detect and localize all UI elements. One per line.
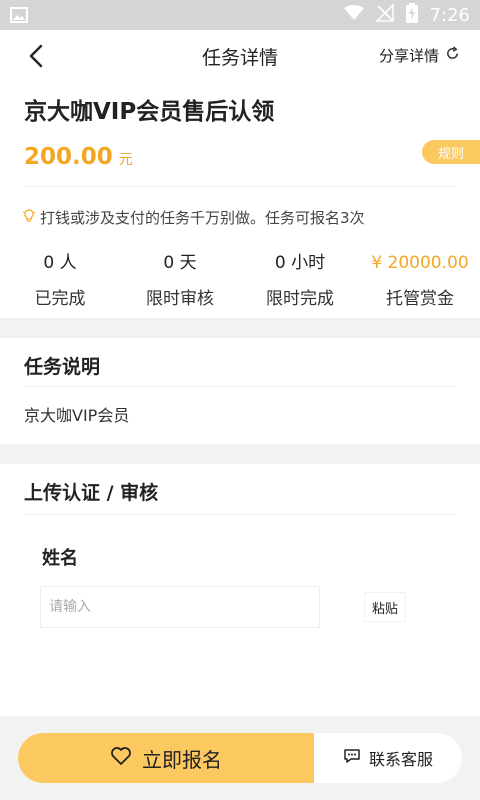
bottom-action-bar: 立即报名 联系客服 bbox=[0, 716, 480, 800]
bottom-button-group: 立即报名 联系客服 bbox=[18, 733, 462, 783]
section-title: 上传认证 / 审核 bbox=[24, 482, 159, 504]
status-bar: 7:26 bbox=[0, 0, 480, 30]
divider bbox=[24, 386, 456, 387]
heart-icon bbox=[110, 746, 132, 771]
stat-value: 0 人 bbox=[43, 253, 77, 273]
stat-completion-limit: 0 小时 限时完成 bbox=[240, 250, 360, 309]
stat-review-limit: 0 天 限时审核 bbox=[120, 250, 240, 309]
chat-icon bbox=[343, 747, 361, 769]
task-title: 京大咖VIP会员售后认领 bbox=[24, 99, 275, 125]
price-amount: 200.00 bbox=[24, 144, 113, 170]
signup-label: 立即报名 bbox=[142, 747, 222, 772]
stat-completed: 0 人 已完成 bbox=[0, 250, 120, 309]
price-unit: 元 bbox=[118, 152, 133, 168]
stat-value: ¥ 20000.00 bbox=[371, 253, 469, 273]
refresh-icon bbox=[445, 46, 460, 65]
divider bbox=[24, 186, 456, 187]
no-signal-icon bbox=[374, 3, 394, 26]
chevron-left-icon bbox=[29, 44, 43, 68]
tip-text: 打钱或涉及支付的任务千万别做。任务可报名3次 bbox=[40, 209, 365, 227]
name-input[interactable] bbox=[40, 586, 320, 628]
task-description-card: 任务说明 京大咖VIP会员 bbox=[0, 338, 480, 444]
task-summary-card: 京大咖VIP会员售后认领 200.00 元 规则 打钱或涉及支付的任务千万别做。… bbox=[0, 82, 480, 318]
description-text: 京大咖VIP会员 bbox=[24, 406, 130, 425]
stat-escrow-reward: ¥ 20000.00 托管赏金 bbox=[360, 250, 480, 309]
stat-label: 已完成 bbox=[34, 289, 86, 309]
signup-button[interactable]: 立即报名 bbox=[18, 733, 314, 783]
stat-label: 托管赏金 bbox=[386, 289, 454, 309]
status-time: 7:26 bbox=[429, 4, 470, 26]
upload-verification-card: 上传认证 / 审核 姓名 粘贴 bbox=[0, 464, 480, 716]
wifi-icon bbox=[343, 5, 364, 25]
task-tip: 打钱或涉及支付的任务千万别做。任务可报名3次 bbox=[22, 207, 365, 228]
stat-value: 0 小时 bbox=[274, 253, 326, 273]
task-stats: 0 人 已完成 0 天 限时审核 0 小时 限时完成 ¥ 20000.00 托管… bbox=[0, 250, 480, 309]
stat-label: 限时完成 bbox=[266, 289, 334, 309]
stat-label: 限时审核 bbox=[146, 289, 214, 309]
section-title: 任务说明 bbox=[24, 356, 101, 378]
gallery-notification-icon bbox=[10, 7, 30, 23]
lightbulb-icon bbox=[22, 208, 36, 228]
stat-value: 0 天 bbox=[163, 253, 197, 273]
contact-service-button[interactable]: 联系客服 bbox=[314, 733, 462, 783]
top-nav-bar: 任务详情 分享详情 bbox=[0, 30, 480, 82]
task-price: 200.00 元 bbox=[24, 144, 133, 170]
paste-button[interactable]: 粘贴 bbox=[364, 592, 407, 622]
battery-charging-icon bbox=[405, 3, 418, 27]
name-field-label: 姓名 bbox=[42, 548, 78, 569]
share-details-button[interactable]: 分享详情 bbox=[379, 45, 460, 66]
back-button[interactable] bbox=[22, 42, 50, 70]
divider bbox=[24, 514, 456, 515]
rules-button[interactable]: 规则 bbox=[422, 140, 480, 164]
service-label: 联系客服 bbox=[368, 750, 433, 769]
share-label: 分享详情 bbox=[378, 47, 439, 65]
